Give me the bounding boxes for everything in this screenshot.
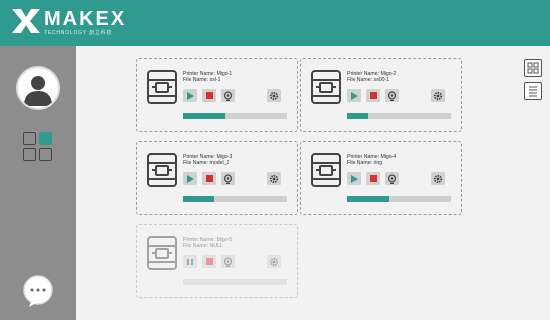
stop-icon xyxy=(205,258,213,265)
printer-card[interactable]: Printer Name: Migo-3 File Name: model_2 xyxy=(136,141,298,215)
pause-button[interactable] xyxy=(183,255,197,268)
play-icon xyxy=(351,174,358,183)
brand-tagline: TECHNOLOGY 創立科技 xyxy=(44,30,113,36)
file-name: File Name: ssl-1 xyxy=(183,77,221,83)
main-content: Printer Name: Migo-1 File Name: ssl-1 Pr… xyxy=(76,46,550,320)
stop-button[interactable] xyxy=(202,255,216,268)
webcam-icon xyxy=(223,90,233,101)
printer-card[interactable]: Printer Name: Migo-5 File Name: NULL xyxy=(136,224,298,298)
settings-button[interactable] xyxy=(431,89,445,102)
file-name: File Name: model_2 xyxy=(183,160,230,166)
grid-view-icon[interactable] xyxy=(524,59,542,77)
stop-button[interactable] xyxy=(202,172,216,185)
play-icon xyxy=(351,91,358,100)
grid-cell xyxy=(39,148,52,161)
play-button[interactable] xyxy=(347,89,361,102)
printer-icon xyxy=(147,236,177,270)
print-progress-bar xyxy=(347,196,451,202)
list-view-icon[interactable] xyxy=(524,82,542,100)
camera-button[interactable] xyxy=(385,89,399,102)
printer-card[interactable]: Printer Name: Migo-2 File Name: ss00-1 xyxy=(300,58,462,132)
print-progress-fill xyxy=(347,113,368,119)
gear-icon xyxy=(269,174,279,183)
brand-name: MAKEX xyxy=(44,8,127,30)
grid-cell xyxy=(23,132,36,145)
play-icon xyxy=(187,91,194,100)
stop-icon xyxy=(205,92,213,99)
settings-button[interactable] xyxy=(431,172,445,185)
camera-button[interactable] xyxy=(221,172,235,185)
print-progress-bar xyxy=(347,113,451,119)
gear-icon xyxy=(433,174,443,183)
file-name: File Name: ss00-1 xyxy=(347,77,390,83)
print-progress-fill xyxy=(183,113,225,119)
printer-icon xyxy=(147,153,177,187)
webcam-icon xyxy=(387,90,397,101)
camera-button[interactable] xyxy=(221,255,235,268)
play-button[interactable] xyxy=(347,172,361,185)
webcam-icon xyxy=(223,173,233,184)
settings-button[interactable] xyxy=(267,89,281,102)
printer-card[interactable]: Printer Name: Migo-1 File Name: ssl-1 xyxy=(136,58,298,132)
gear-icon xyxy=(269,257,279,266)
stop-button[interactable] xyxy=(366,172,380,185)
play-button[interactable] xyxy=(183,89,197,102)
printer-icon xyxy=(147,70,177,104)
stop-icon xyxy=(205,175,213,182)
grid-cell xyxy=(23,148,36,161)
gear-icon xyxy=(433,91,443,100)
stop-button[interactable] xyxy=(366,89,380,102)
print-progress-bar xyxy=(183,196,287,202)
file-name: File Name: NULL xyxy=(183,243,223,249)
chat-bubble-icon[interactable] xyxy=(21,274,55,308)
webcam-icon xyxy=(387,173,397,184)
print-progress-bar xyxy=(183,279,287,285)
grid-cell-active xyxy=(39,132,52,145)
play-button[interactable] xyxy=(183,172,197,185)
app-header: MAKEX TECHNOLOGY 創立科技 xyxy=(0,0,550,46)
printer-card[interactable]: Printer Name: Migo-4 File Name: ring xyxy=(300,141,462,215)
stop-button[interactable] xyxy=(202,89,216,102)
print-progress-bar xyxy=(183,113,287,119)
settings-button[interactable] xyxy=(267,255,281,268)
dashboard-grid-icon[interactable] xyxy=(23,132,53,162)
settings-button[interactable] xyxy=(267,172,281,185)
user-avatar-icon[interactable] xyxy=(16,66,60,110)
camera-button[interactable] xyxy=(221,89,235,102)
stop-icon xyxy=(369,175,377,182)
print-progress-fill xyxy=(347,196,389,202)
gear-icon xyxy=(269,91,279,100)
camera-button[interactable] xyxy=(385,172,399,185)
pause-icon xyxy=(187,258,193,265)
webcam-icon xyxy=(223,256,233,267)
makex-logo-icon xyxy=(12,9,40,33)
print-progress-fill xyxy=(183,196,215,202)
stop-icon xyxy=(369,92,377,99)
printer-icon xyxy=(311,153,341,187)
play-icon xyxy=(187,174,194,183)
file-name: File Name: ring xyxy=(347,160,383,166)
sidebar xyxy=(0,46,76,320)
printer-icon xyxy=(311,70,341,104)
